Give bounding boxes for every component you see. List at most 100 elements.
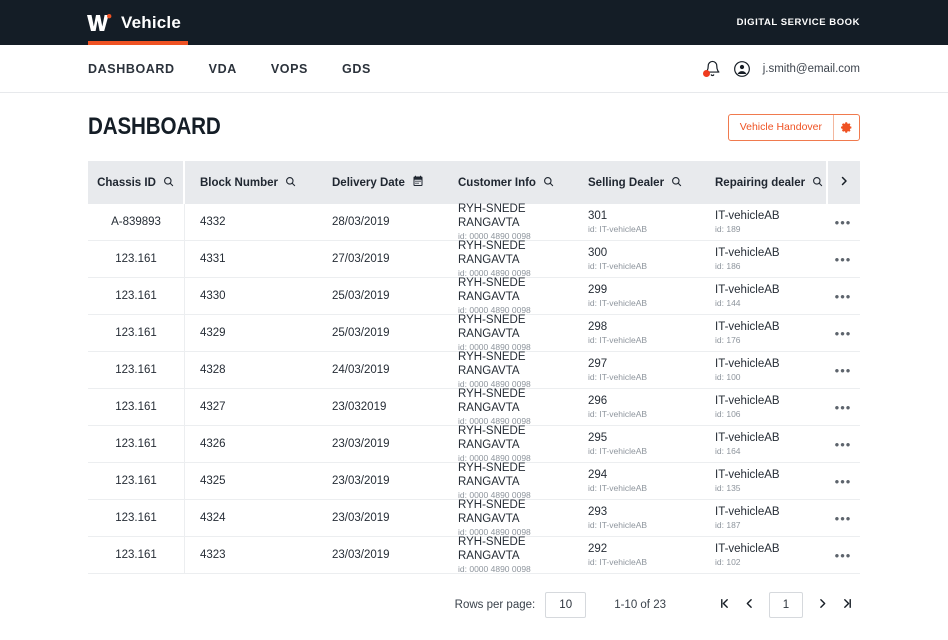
repairing-dealer-id: id: 102 — [715, 557, 826, 568]
more-horizontal-icon[interactable]: ••• — [826, 352, 860, 388]
nav-item-vda[interactable]: VDA — [209, 62, 237, 76]
cell-selling-dealer: 296id: IT-vehicleAB — [573, 389, 700, 425]
cell-repairing-dealer: IT-vehicleABid: 102 — [700, 537, 826, 573]
cell-selling-dealer: 299id: IT-vehicleAB — [573, 278, 700, 314]
repairing-dealer-id: id: 164 — [715, 446, 826, 457]
column-header-label: Repairing dealer — [715, 177, 805, 189]
brand[interactable]: Vehicle — [86, 13, 181, 33]
table-row[interactable]: 123.161432824/03/2019RYH-SNEDE RANGAVTAi… — [88, 352, 860, 389]
search-icon[interactable] — [671, 176, 682, 190]
table-row[interactable]: 123.161432723/032019RYH-SNEDE RANGAVTAid… — [88, 389, 860, 426]
search-icon[interactable] — [285, 176, 296, 190]
block-number-value: 4327 — [200, 400, 317, 414]
chassis-id-value: A-839893 — [111, 215, 161, 229]
person-icon[interactable] — [734, 61, 750, 77]
selling-dealer-id: id: IT-vehicleAB — [588, 446, 700, 457]
more-horizontal-icon[interactable]: ••• — [826, 426, 860, 462]
selling-dealer-value: 299 — [588, 283, 700, 297]
cell-chassis-id: 123.161 — [88, 315, 185, 351]
column-header-delivery-date[interactable]: Delivery Date — [317, 161, 443, 204]
expand-columns-button[interactable] — [826, 161, 860, 204]
chassis-id-value: 123.161 — [115, 326, 157, 340]
search-icon[interactable] — [812, 176, 823, 190]
gear-icon[interactable] — [833, 115, 859, 140]
nav-item-vops[interactable]: VOPS — [271, 62, 308, 76]
table-row[interactable]: 123.161432523/03/2019RYH-SNEDE RANGAVTAi… — [88, 463, 860, 500]
cell-chassis-id: 123.161 — [88, 537, 185, 573]
more-horizontal-icon[interactable]: ••• — [826, 500, 860, 536]
selling-dealer-id: id: IT-vehicleAB — [588, 372, 700, 383]
block-number-value: 4326 — [200, 437, 317, 451]
cell-repairing-dealer: IT-vehicleABid: 106 — [700, 389, 826, 425]
more-horizontal-icon[interactable]: ••• — [826, 463, 860, 499]
delivery-date-value: 28/03/2019 — [332, 215, 443, 229]
column-header-label: Block Number — [200, 177, 278, 189]
table-header-row: Chassis ID Block Number Delivery Date — [88, 161, 860, 204]
selling-dealer-id: id: IT-vehicleAB — [588, 261, 700, 272]
current-page-input[interactable] — [769, 592, 803, 618]
more-horizontal-icon[interactable]: ••• — [826, 241, 860, 277]
cell-block-number: 4330 — [185, 278, 317, 314]
last-page-button[interactable] — [835, 592, 860, 618]
cell-selling-dealer: 301id: IT-vehicleAB — [573, 204, 700, 240]
vehicle-handover-button[interactable]: Vehicle Handover — [728, 114, 860, 141]
user-email[interactable]: j.smith@email.com — [763, 63, 860, 75]
previous-page-button[interactable] — [737, 592, 762, 618]
column-header-block-number[interactable]: Block Number — [185, 161, 317, 204]
digital-service-book-label: DIGITAL SERVICE BOOK — [737, 17, 860, 28]
nav-item-gds[interactable]: GDS — [342, 62, 371, 76]
delivery-date-value: 25/03/2019 — [332, 289, 443, 303]
repairing-dealer-id: id: 106 — [715, 409, 826, 420]
cell-repairing-dealer: IT-vehicleABid: 100 — [700, 352, 826, 388]
first-page-button[interactable] — [712, 592, 737, 618]
cell-chassis-id: 123.161 — [88, 241, 185, 277]
selling-dealer-value: 292 — [588, 542, 700, 556]
customer-name: RYH-SNEDE RANGAVTA — [458, 313, 573, 342]
cell-repairing-dealer: IT-vehicleABid: 164 — [700, 426, 826, 462]
active-tab-indicator — [88, 41, 188, 45]
search-icon[interactable] — [163, 176, 174, 190]
table-row[interactable]: 123.161432323/03/2019RYH-SNEDE RANGAVTAi… — [88, 537, 860, 574]
cell-block-number: 4327 — [185, 389, 317, 425]
table-row[interactable]: 123.161432925/03/2019RYH-SNEDE RANGAVTAi… — [88, 315, 860, 352]
delivery-date-value: 24/03/2019 — [332, 363, 443, 377]
table-row[interactable]: 123.161432423/03/2019RYH-SNEDE RANGAVTAi… — [88, 500, 860, 537]
block-number-value: 4330 — [200, 289, 317, 303]
column-header-repairing-dealer[interactable]: Repairing dealer — [700, 161, 826, 204]
cell-selling-dealer: 294id: IT-vehicleAB — [573, 463, 700, 499]
more-horizontal-icon[interactable]: ••• — [826, 537, 860, 573]
rows-per-page-input[interactable] — [545, 592, 586, 618]
more-horizontal-icon[interactable]: ••• — [826, 278, 860, 314]
repairing-dealer-id: id: 176 — [715, 335, 826, 346]
chevron-right-icon — [816, 597, 829, 613]
chassis-id-value: 123.161 — [115, 252, 157, 266]
repairing-dealer-id: id: 187 — [715, 520, 826, 531]
selling-dealer-id: id: IT-vehicleAB — [588, 409, 700, 420]
search-icon[interactable] — [543, 176, 554, 190]
table-row[interactable]: 123.161432623/03/2019RYH-SNEDE RANGAVTAi… — [88, 426, 860, 463]
cell-customer-info: RYH-SNEDE RANGAVTAid: 0000 4890 0098 — [443, 389, 573, 425]
chevron-left-icon — [743, 597, 756, 613]
column-header-selling-dealer[interactable]: Selling Dealer — [573, 161, 700, 204]
cell-selling-dealer: 300id: IT-vehicleAB — [573, 241, 700, 277]
next-page-button[interactable] — [810, 592, 835, 618]
more-horizontal-icon[interactable]: ••• — [826, 204, 860, 240]
column-header-label: Delivery Date — [332, 177, 405, 189]
column-header-label: Customer Info — [458, 177, 536, 189]
more-horizontal-icon[interactable]: ••• — [826, 315, 860, 351]
column-header-customer-info[interactable]: Customer Info — [443, 161, 573, 204]
cell-block-number: 4323 — [185, 537, 317, 573]
table-row[interactable]: 123.161433025/03/2019RYH-SNEDE RANGAVTAi… — [88, 278, 860, 315]
nav-item-dashboard[interactable]: DASHBOARD — [88, 62, 175, 76]
delivery-date-value: 23/03/2019 — [332, 511, 443, 525]
cell-chassis-id: 123.161 — [88, 352, 185, 388]
top-bar: Vehicle DIGITAL SERVICE BOOK — [0, 0, 948, 45]
calendar-icon[interactable] — [412, 175, 424, 190]
more-horizontal-icon[interactable]: ••• — [826, 389, 860, 425]
table-row[interactable]: 123.161433127/03/2019RYH-SNEDE RANGAVTAi… — [88, 241, 860, 278]
bell-icon[interactable] — [704, 60, 721, 77]
cell-block-number: 4328 — [185, 352, 317, 388]
table-row[interactable]: A-839893433228/03/2019RYH-SNEDE RANGAVTA… — [88, 204, 860, 241]
chassis-id-value: 123.161 — [115, 400, 157, 414]
column-header-chassis-id[interactable]: Chassis ID — [88, 161, 185, 204]
